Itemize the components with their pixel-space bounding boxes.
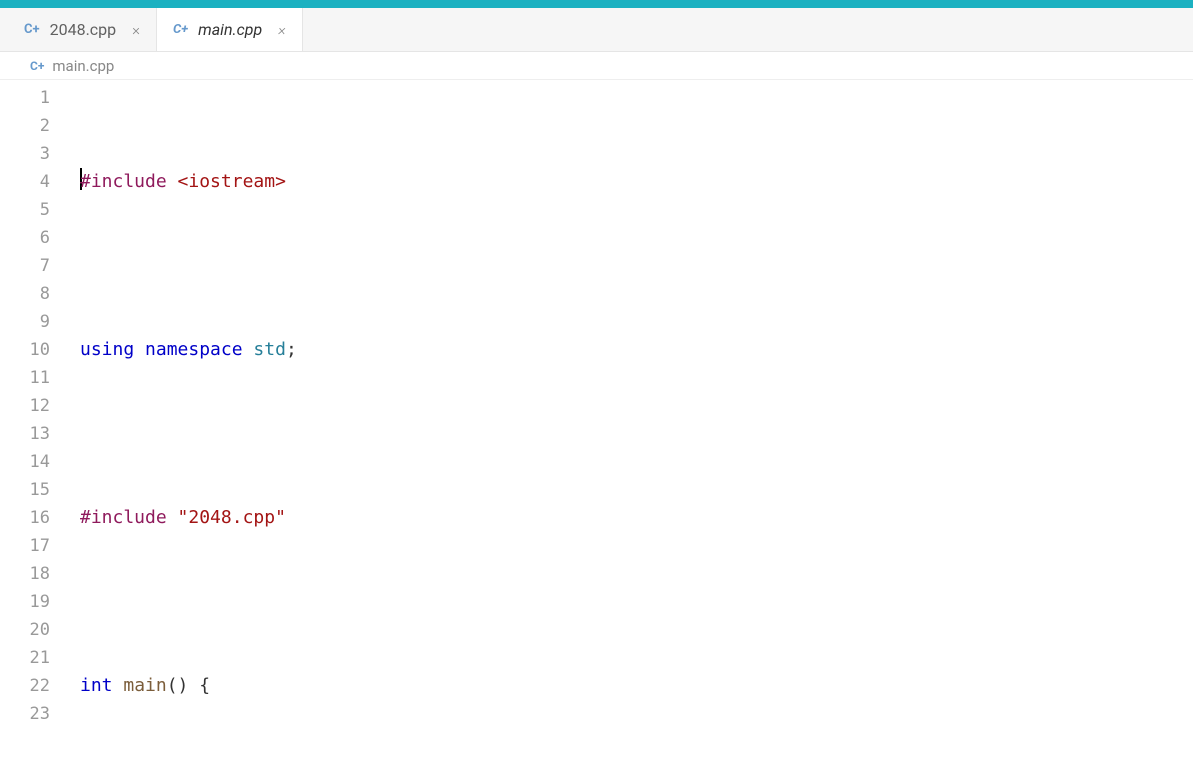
line-number: 16 <box>0 504 50 532</box>
code-editor[interactable]: 1234567891011121314151617181920212223 #i… <box>0 80 1193 757</box>
line-number: 5 <box>0 196 50 224</box>
line-number: 13 <box>0 420 50 448</box>
line-number: 1 <box>0 84 50 112</box>
line-number: 14 <box>0 448 50 476</box>
breadcrumb[interactable]: C+ main.cpp <box>0 52 1193 80</box>
line-number-gutter: 1234567891011121314151617181920212223 <box>0 84 80 757</box>
line-number: 8 <box>0 280 50 308</box>
line-number: 10 <box>0 336 50 364</box>
line-number: 11 <box>0 364 50 392</box>
line-number: 21 <box>0 644 50 672</box>
line-number: 12 <box>0 392 50 420</box>
line-number: 15 <box>0 476 50 504</box>
window-titlebar <box>0 0 1193 8</box>
line-number: 3 <box>0 140 50 168</box>
line-number: 17 <box>0 532 50 560</box>
tab-bar: C+ 2048.cpp × C+ main.cpp × <box>0 8 1193 52</box>
line-number: 19 <box>0 588 50 616</box>
cpp-file-icon: C+ <box>173 22 188 37</box>
tab-main-cpp[interactable]: C+ main.cpp × <box>157 8 303 51</box>
line-number: 6 <box>0 224 50 252</box>
line-number: 2 <box>0 112 50 140</box>
close-icon[interactable]: × <box>272 21 286 39</box>
line-number: 9 <box>0 308 50 336</box>
breadcrumb-label: main.cpp <box>52 57 114 75</box>
cpp-file-icon: C+ <box>30 59 44 73</box>
tab-label: main.cpp <box>198 20 262 39</box>
line-number: 18 <box>0 560 50 588</box>
line-number: 23 <box>0 700 50 728</box>
close-icon[interactable]: × <box>126 21 140 39</box>
line-number: 22 <box>0 672 50 700</box>
cpp-file-icon: C+ <box>24 22 40 37</box>
line-number: 20 <box>0 616 50 644</box>
tab-2048-cpp[interactable]: C+ 2048.cpp × <box>8 8 157 51</box>
line-number: 4 <box>0 168 50 196</box>
line-number: 7 <box>0 252 50 280</box>
code-content[interactable]: #include <iostream> using namespace std;… <box>80 84 1193 757</box>
tab-label: 2048.cpp <box>50 20 117 39</box>
